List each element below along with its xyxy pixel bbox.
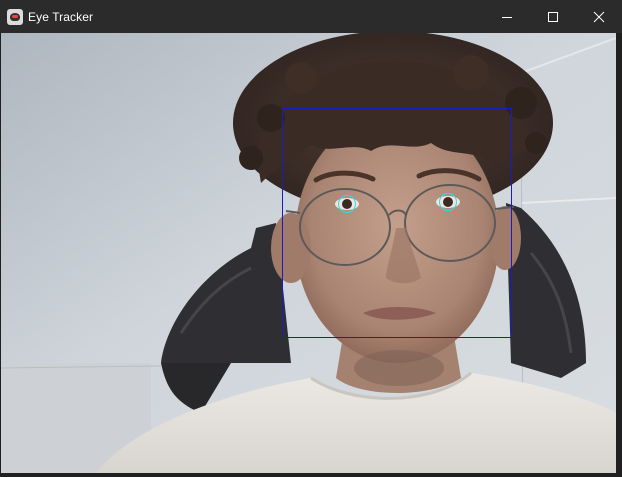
- close-icon: [593, 11, 605, 22]
- minimize-button[interactable]: [484, 0, 530, 33]
- camera-feed: [1, 33, 616, 473]
- face-detection-box: [282, 108, 512, 338]
- window-title: Eye Tracker: [28, 9, 94, 24]
- app-window: Eye Tracker: [0, 0, 622, 477]
- window-controls: [484, 0, 622, 33]
- maximize-button[interactable]: [530, 0, 576, 33]
- right-eye-marker: [439, 193, 457, 211]
- app-icon: [7, 8, 23, 25]
- maximize-icon: [548, 11, 558, 22]
- left-eye-marker: [338, 195, 356, 213]
- minimize-icon: [502, 16, 512, 18]
- close-button[interactable]: [576, 0, 622, 33]
- title-bar[interactable]: Eye Tracker: [0, 0, 622, 33]
